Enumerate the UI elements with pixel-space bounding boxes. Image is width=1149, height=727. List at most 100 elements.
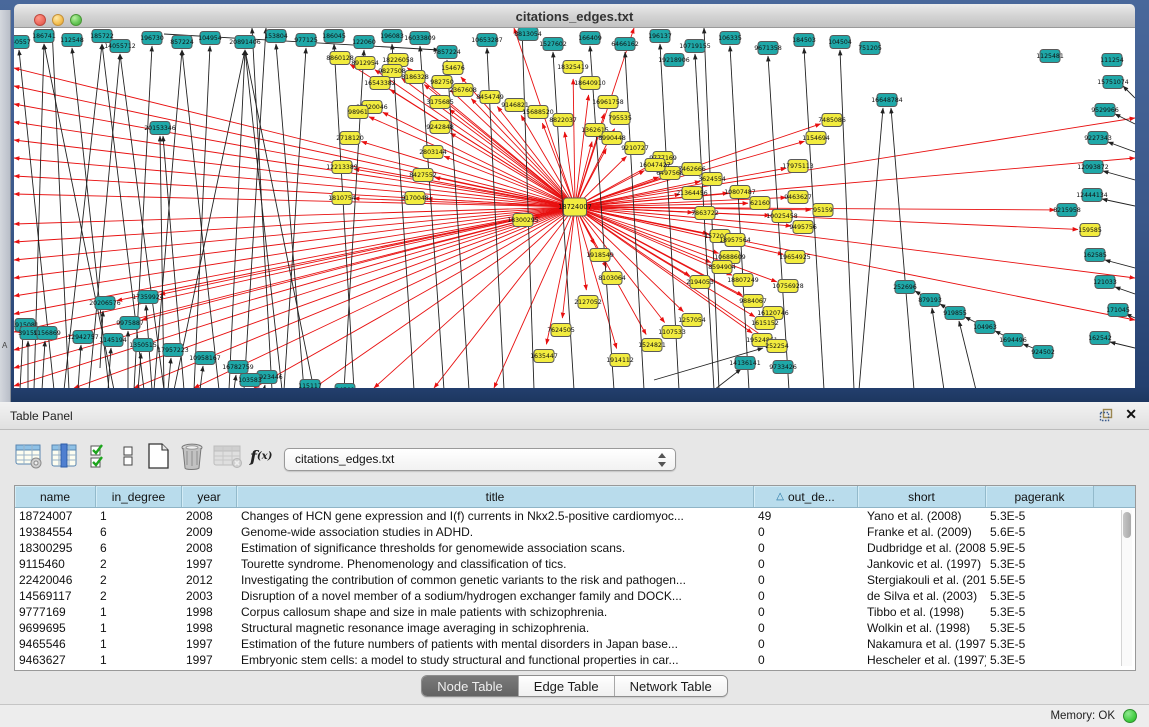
graph-edge[interactable] (254, 207, 575, 388)
graph-node[interactable]: 2127052 (574, 296, 602, 309)
graph-node[interactable]: 121033 (1093, 276, 1117, 289)
graph-node[interactable]: 2194053 (686, 276, 714, 289)
graph-node[interactable]: 7462666 (678, 163, 706, 176)
graph-edge[interactable] (575, 142, 592, 207)
graph-node[interactable]: 795535 (608, 112, 632, 125)
column-header-pagerank[interactable]: pagerank (986, 486, 1094, 507)
graph-edge[interactable] (108, 348, 111, 388)
graph-node[interactable]: 106335 (718, 32, 742, 45)
graph-node[interactable]: 19654925 (779, 251, 811, 264)
graph-node[interactable]: 14136141 (729, 357, 761, 370)
tab-edge-table[interactable]: Edge Table (518, 676, 614, 696)
graph-node[interactable]: 9733426 (769, 361, 797, 374)
graph-node[interactable]: 98961 (348, 106, 368, 119)
graph-node[interactable]: 153804 (264, 30, 288, 43)
graph-node[interactable]: 18724007 (558, 198, 592, 216)
graph-node[interactable]: 196137 (648, 30, 672, 43)
graph-node[interactable]: 140557 (14, 36, 31, 49)
network-window-titlebar[interactable]: citations_edges.txt (14, 4, 1135, 28)
graph-node[interactable]: 1524821 (638, 339, 666, 352)
graph-edge[interactable] (1105, 260, 1135, 268)
column-settings-icon[interactable] (14, 440, 44, 472)
graph-node[interactable]: 184503 (792, 34, 816, 47)
graph-node[interactable]: 9227343 (1084, 132, 1112, 145)
show-column-icon[interactable] (50, 440, 80, 472)
graph-node[interactable]: 9884067 (739, 295, 767, 308)
graph-node[interactable]: 9242848 (426, 121, 454, 134)
graph-node[interactable]: 9463627 (784, 191, 812, 204)
graph-edge[interactable] (334, 44, 354, 388)
graph-node[interactable]: 186045 (322, 30, 346, 43)
graph-node[interactable]: 16648784 (871, 94, 903, 107)
graph-node[interactable]: 751205 (858, 42, 882, 55)
graph-edge[interactable] (194, 46, 210, 388)
graph-node[interactable]: 10756928 (772, 280, 804, 293)
graph-edge[interactable] (891, 108, 914, 388)
table-source-select[interactable]: citations_edges.txt (284, 448, 676, 471)
graph-node[interactable]: 186741 (32, 30, 56, 43)
graph-node[interactable]: 8103064 (598, 272, 626, 285)
graph-node[interactable]: 166409 (578, 32, 602, 45)
graph-node[interactable]: 252254 (765, 340, 789, 353)
column-header-year[interactable]: year (182, 486, 237, 507)
graph-node[interactable]: 1914112 (606, 354, 634, 367)
clear-selection-icon[interactable] (120, 440, 136, 472)
graph-edge[interactable] (575, 207, 1135, 278)
network-view-canvas[interactable]: 1405571867411125481857221405571219673085… (14, 28, 1135, 388)
graph-node[interactable]: 18807249 (727, 274, 759, 287)
graph-edge[interactable] (344, 50, 364, 388)
graph-node[interactable]: 1918549 (586, 249, 614, 262)
graph-node[interactable]: 17359924 (132, 291, 164, 304)
tab-node-table[interactable]: Node Table (422, 676, 518, 696)
graph-edge[interactable] (42, 341, 45, 388)
graph-node[interactable]: 196083 (380, 30, 404, 43)
table-row[interactable]: 946554611997Estimation of the future num… (15, 636, 1119, 652)
graph-node[interactable]: 62160 (750, 197, 770, 210)
graph-node[interactable]: 1527602 (539, 38, 567, 51)
graph-node[interactable]: 18325419 (557, 61, 589, 74)
graph-edge[interactable] (134, 46, 152, 388)
graph-edge[interactable] (1108, 142, 1135, 152)
graph-node[interactable]: 8990448 (598, 132, 626, 145)
graph-node[interactable]: 1145194 (99, 334, 127, 347)
graph-node[interactable]: 10653287 (471, 34, 503, 47)
graph-edge[interactable] (1115, 287, 1135, 294)
graph-node[interactable]: 20891406 (229, 36, 261, 49)
graph-node[interactable]: 8813054 (514, 28, 542, 41)
column-header-out_de[interactable]: △out_de... (754, 486, 858, 507)
graph-node[interactable]: 122060 (352, 36, 376, 49)
graph-node[interactable]: 1810754 (328, 192, 356, 205)
table-row[interactable]: 911546021997Tourette syndrome. Phenomeno… (15, 556, 1119, 572)
graph-node[interactable]: 111254 (1100, 54, 1124, 67)
graph-node[interactable]: 8215958 (1053, 204, 1081, 217)
graph-node[interactable]: 7624505 (547, 324, 575, 337)
graph-node[interactable]: 8594904 (708, 261, 736, 274)
graph-node[interactable]: 112548 (60, 34, 84, 47)
graph-node[interactable]: 1125481 (1036, 50, 1064, 63)
graph-node[interactable]: 9495756 (789, 221, 817, 234)
graph-node[interactable]: 10719155 (679, 40, 711, 53)
graph-edge[interactable] (392, 44, 414, 388)
graph-node[interactable]: 7857224 (433, 46, 461, 59)
graph-edge[interactable] (14, 140, 575, 207)
float-panel-icon[interactable] (1099, 408, 1113, 427)
graph-node[interactable]: 1154694 (802, 132, 830, 145)
graph-edge[interactable] (20, 333, 23, 388)
graph-edge[interactable] (575, 95, 589, 207)
graph-node[interactable]: 8822037 (549, 114, 577, 127)
graph-node[interactable]: 17975113 (782, 160, 814, 173)
graph-node[interactable]: 7863722 (691, 207, 719, 220)
table-row[interactable]: 1872400712008Changes of HCN gene express… (15, 508, 1119, 524)
table-row[interactable]: 1938455462009Genome-wide association stu… (15, 524, 1119, 540)
graph-edge[interactable] (1115, 114, 1135, 124)
graph-edge[interactable] (1103, 171, 1135, 180)
column-header-title[interactable]: title (237, 486, 754, 507)
column-header-in_degree[interactable]: in_degree (96, 486, 182, 507)
graph-node[interactable]: 104504 (828, 36, 852, 49)
graph-edge[interactable] (229, 50, 245, 388)
graph-edge[interactable] (859, 108, 883, 388)
graph-node[interactable]: 16782759 (222, 361, 254, 374)
graph-node[interactable]: 879193 (918, 294, 942, 307)
graph-edge[interactable] (573, 79, 575, 207)
graph-edge[interactable] (1102, 199, 1135, 206)
